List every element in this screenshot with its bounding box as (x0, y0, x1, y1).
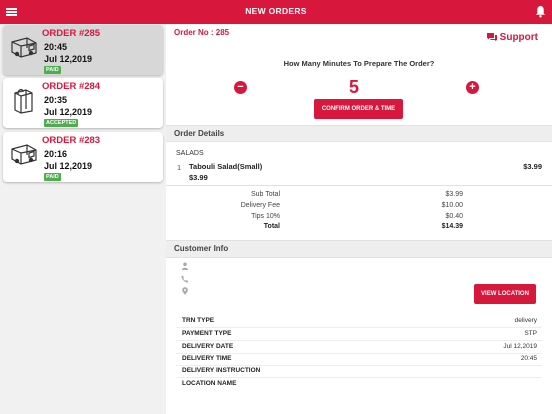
order-number: ORDER #285 (42, 28, 101, 39)
item-price: $3.99 (523, 162, 542, 171)
divider (176, 353, 542, 354)
delivery-van-icon (11, 144, 37, 165)
status-badge: PAID (44, 66, 61, 74)
order-no-label: Order No : 285 (174, 28, 230, 37)
divider (176, 327, 542, 328)
person-icon (181, 262, 189, 270)
order-date: Jul 12,2019 (44, 107, 93, 117)
prep-question: How Many Minutes To Prepare The Order? (283, 59, 435, 68)
order-time: 20:45 (44, 42, 68, 52)
location-pin-icon (182, 287, 188, 295)
order-details-header: Order Details (166, 125, 552, 142)
top-bar: NEW ORDERS (0, 0, 552, 24)
confirm-order-button[interactable]: CONFIRM ORDER & TIME (314, 99, 403, 119)
delivery-instruction-label: DELIVERY INSTRUCTION (182, 367, 261, 374)
trn-type-value: delivery (514, 317, 537, 324)
order-number: ORDER #283 (42, 135, 101, 146)
order-time: 20:16 (44, 149, 68, 159)
total-label: Total (263, 223, 280, 230)
status-badge: ACCEPTED (44, 119, 79, 127)
item-unit-price: $3.99 (189, 173, 208, 182)
customer-info-header: Customer Info (166, 240, 552, 258)
increase-minutes-button[interactable]: + (466, 81, 479, 94)
order-details-title: Order Details (174, 129, 225, 138)
divider (176, 377, 542, 378)
divider (176, 340, 542, 341)
total-value: $14.39 (441, 223, 463, 230)
order-time: 20:35 (44, 95, 68, 105)
delivery-fee-value: $10.00 (441, 202, 463, 209)
order-card[interactable]: ORDER #283 20:16 Jul 12,2019 PAID (3, 132, 163, 182)
order-date: Jul 12,2019 (44, 54, 93, 64)
delivery-date-label: DELIVERY DATE (182, 343, 234, 350)
view-location-button[interactable]: VIEW LOCATION (474, 284, 536, 304)
subtotal-value: $3.99 (445, 191, 463, 198)
customer-info-title: Customer Info (174, 244, 229, 253)
order-card[interactable]: ORDER #285 20:45 Jul 12,2019 PAID (3, 25, 163, 75)
shopping-bag-icon (14, 88, 33, 114)
subtotal-label: Sub Total (250, 191, 280, 198)
delivery-van-icon (11, 37, 37, 58)
tips-label: Tips 10% (251, 213, 280, 220)
item-name: Tabouli Salad(Small) (189, 162, 263, 171)
support-link[interactable]: Support (486, 32, 538, 43)
minutes-value: 5 (348, 77, 359, 97)
delivery-time-label: DELIVERY TIME (182, 355, 232, 362)
bell-icon[interactable] (535, 5, 546, 18)
item-quantity: 1 (177, 163, 182, 172)
order-card[interactable]: ORDER #284 20:35 Jul 12,2019 ACCEPTED (3, 78, 163, 128)
delivery-fee-label: Delivery Fee (240, 202, 280, 209)
order-detail-panel: Order No : 285 Support How Many Minutes … (166, 24, 552, 414)
chat-icon (486, 33, 497, 41)
phone-icon (181, 275, 189, 283)
status-badge: PAID (44, 173, 61, 181)
payment-type-label: PAYMENT TYPE (182, 330, 232, 337)
divider (166, 185, 552, 186)
delivery-time-value: 20:45 (520, 355, 537, 362)
divider (176, 365, 542, 366)
location-name-label: LOCATION NAME (182, 380, 237, 387)
orders-list: ORDER #285 20:45 Jul 12,2019 PAID ORDER … (0, 24, 166, 414)
tips-value: $0.40 (445, 213, 463, 220)
payment-type-value: STP (524, 330, 537, 337)
page-title: NEW ORDERS (245, 6, 307, 16)
item-category: SALADS (176, 150, 204, 157)
order-number: ORDER #284 (42, 81, 101, 92)
trn-type-label: TRN TYPE (182, 317, 215, 324)
delivery-date-value: Jul 12,2019 (503, 343, 537, 350)
support-label: Support (499, 32, 538, 43)
order-date: Jul 12,2019 (44, 161, 93, 171)
